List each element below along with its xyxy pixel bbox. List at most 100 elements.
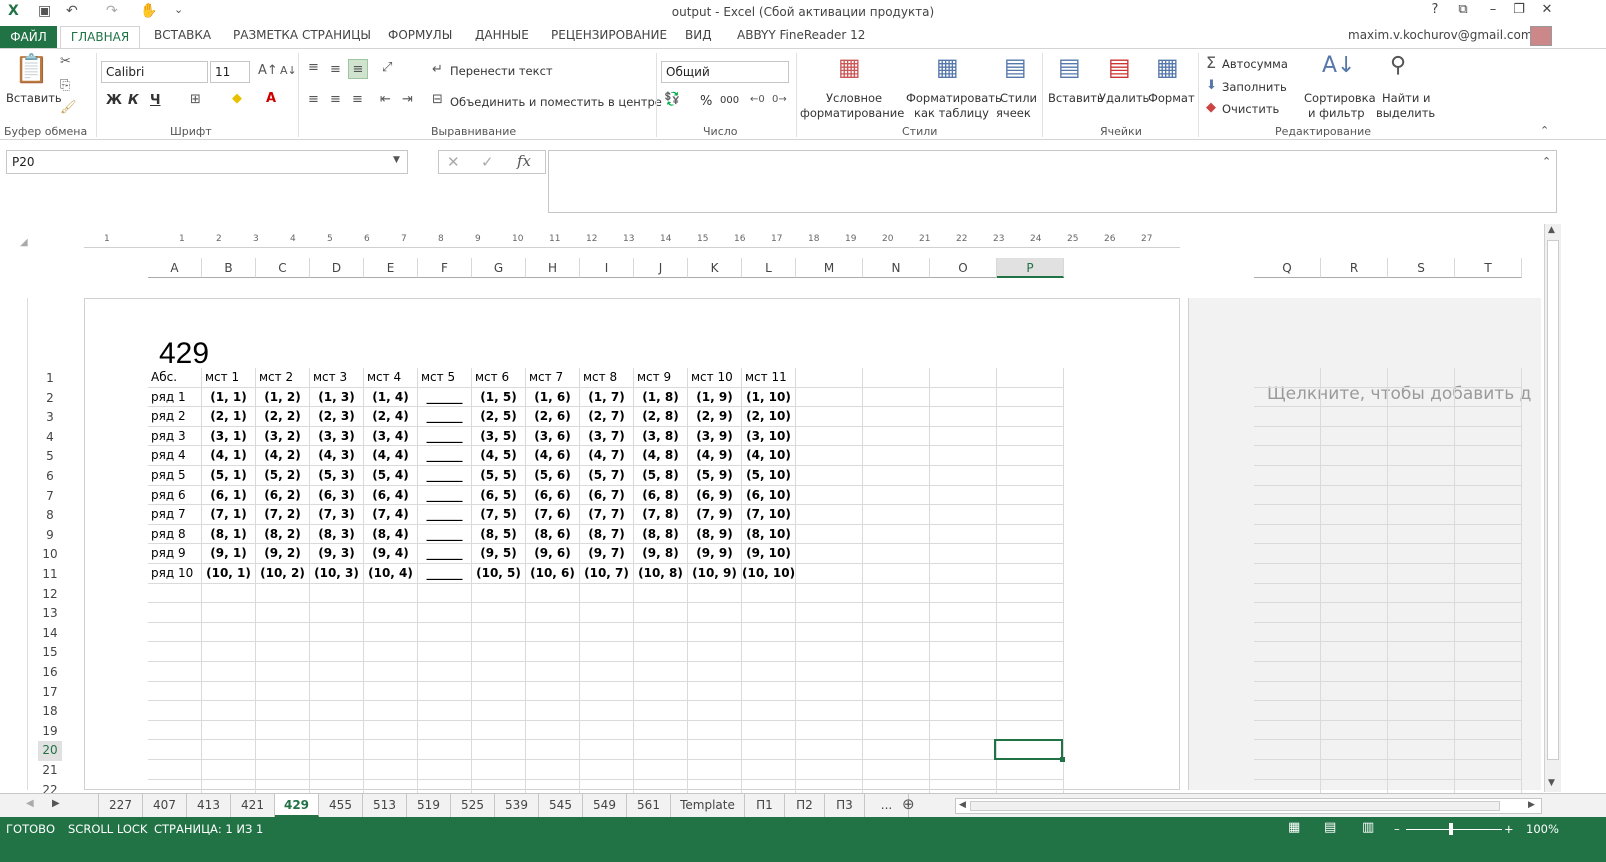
header-cell[interactable]	[863, 368, 930, 388]
table-cell[interactable]	[148, 701, 202, 721]
table-cell[interactable]: (6, 1)	[202, 485, 256, 506]
table-cell[interactable]: ______	[418, 564, 472, 584]
table-cell[interactable]: ряд 8	[148, 524, 202, 545]
table-cell[interactable]	[310, 681, 364, 702]
align-middle-icon[interactable]: ≡	[330, 63, 341, 76]
conditional-format-label-1[interactable]: Условное	[826, 91, 882, 105]
table-cell[interactable]: (9, 7)	[580, 544, 634, 564]
table-cell[interactable]: (9, 6)	[526, 544, 580, 564]
table-cell[interactable]	[1321, 760, 1388, 780]
row-header-5[interactable]: 5	[38, 447, 62, 467]
header-cell[interactable]: Абс.	[148, 368, 202, 388]
table-cell[interactable]	[1254, 407, 1321, 427]
table-cell[interactable]: (10, 10)	[742, 564, 796, 584]
next-sheet-icon[interactable]: ▶	[52, 799, 60, 809]
table-cell[interactable]	[930, 426, 997, 447]
column-header-l[interactable]: L	[742, 258, 796, 278]
table-cell[interactable]	[930, 740, 997, 760]
table-cell[interactable]: (6, 6)	[526, 485, 580, 506]
table-cell[interactable]	[997, 642, 1064, 662]
table-cell[interactable]	[1455, 701, 1522, 721]
table-cell[interactable]	[202, 760, 256, 780]
table-cell[interactable]	[796, 760, 863, 780]
header-cell[interactable]: мст 9	[634, 368, 688, 388]
table-cell[interactable]: (7, 6)	[526, 505, 580, 525]
table-cell[interactable]	[930, 642, 997, 662]
column-header-r[interactable]: R	[1321, 258, 1388, 278]
table-cell[interactable]	[364, 642, 418, 662]
column-header-t[interactable]: T	[1455, 258, 1522, 278]
cancel-icon[interactable]: ✕	[447, 155, 460, 170]
table-cell[interactable]	[472, 622, 526, 643]
table-cell[interactable]	[1388, 387, 1455, 408]
table-cell[interactable]	[863, 426, 930, 447]
font-name-select[interactable]: Calibri	[101, 61, 208, 83]
table-cell[interactable]	[364, 583, 418, 604]
sheet-tab-407[interactable]: 407	[143, 794, 187, 817]
column-header-d[interactable]: D	[310, 258, 364, 278]
table-cell[interactable]: (8, 8)	[634, 524, 688, 545]
table-cell[interactable]	[1455, 426, 1522, 447]
table-cell[interactable]: (1, 6)	[526, 387, 580, 408]
table-cell[interactable]	[1388, 720, 1455, 741]
row-header-19[interactable]: 19	[38, 722, 62, 742]
sheet-tab-539[interactable]: 539	[495, 794, 539, 817]
table-cell[interactable]: (6, 8)	[634, 485, 688, 506]
table-cell[interactable]	[863, 544, 930, 564]
table-cell[interactable]	[688, 760, 742, 780]
fill-handle[interactable]	[1060, 757, 1065, 762]
table-cell[interactable]: ______	[418, 387, 472, 408]
table-cell[interactable]	[310, 642, 364, 662]
row-header-2[interactable]: 2	[38, 389, 62, 409]
table-cell[interactable]	[1321, 505, 1388, 525]
table-cell[interactable]: (3, 6)	[526, 426, 580, 447]
table-cell[interactable]: (2, 2)	[256, 407, 310, 427]
table-cell[interactable]	[472, 662, 526, 682]
table-cell[interactable]	[796, 583, 863, 604]
sheet-tab-п1[interactable]: П1	[745, 794, 785, 817]
sheet-tab-template[interactable]: Template	[671, 794, 745, 817]
table-cell[interactable]: (8, 9)	[688, 524, 742, 545]
table-cell[interactable]	[997, 662, 1064, 682]
table-cell[interactable]	[930, 603, 997, 623]
table-cell[interactable]	[418, 740, 472, 760]
table-cell[interactable]	[1388, 368, 1455, 388]
header-cell[interactable]	[796, 368, 863, 388]
table-cell[interactable]	[526, 740, 580, 760]
decrease-decimal-icon[interactable]: 0→	[772, 95, 787, 105]
table-cell[interactable]	[364, 760, 418, 780]
column-header-b[interactable]: B	[202, 258, 256, 278]
table-cell[interactable]	[742, 603, 796, 623]
table-cell[interactable]	[1321, 681, 1388, 702]
row-header-6[interactable]: 6	[38, 467, 62, 487]
table-cell[interactable]	[997, 387, 1064, 408]
table-cell[interactable]	[580, 681, 634, 702]
table-cell[interactable]	[997, 505, 1064, 525]
user-account[interactable]: maxim.v.kochurov@gmail.com	[1348, 28, 1533, 42]
table-cell[interactable]: ______	[418, 426, 472, 447]
table-cell[interactable]: (3, 8)	[634, 426, 688, 447]
table-cell[interactable]	[256, 622, 310, 643]
table-cell[interactable]: (10, 2)	[256, 564, 310, 584]
table-cell[interactable]	[148, 642, 202, 662]
table-cell[interactable]	[997, 583, 1064, 604]
table-cell[interactable]	[930, 505, 997, 525]
column-header-a[interactable]: A	[148, 258, 202, 278]
table-cell[interactable]	[1455, 603, 1522, 623]
table-cell[interactable]	[688, 701, 742, 721]
column-header-h[interactable]: H	[526, 258, 580, 278]
zoom-out-icon[interactable]: –	[1394, 822, 1400, 836]
find-select-label-2[interactable]: выделить	[1376, 106, 1435, 120]
table-cell[interactable]	[930, 701, 997, 721]
horizontal-scrollbar[interactable]: ◀ ▶	[955, 798, 1542, 814]
table-cell[interactable]	[1455, 583, 1522, 604]
table-cell[interactable]	[310, 662, 364, 682]
underline-button[interactable]: Ч	[150, 93, 161, 108]
table-cell[interactable]	[1254, 642, 1321, 662]
table-cell[interactable]: ______	[418, 544, 472, 564]
table-cell[interactable]: (3, 5)	[472, 426, 526, 447]
table-cell[interactable]	[796, 446, 863, 466]
merge-center-button[interactable]: Объединить и поместить в центре	[450, 95, 662, 109]
table-cell[interactable]	[997, 603, 1064, 623]
table-cell[interactable]: (9, 3)	[310, 544, 364, 564]
